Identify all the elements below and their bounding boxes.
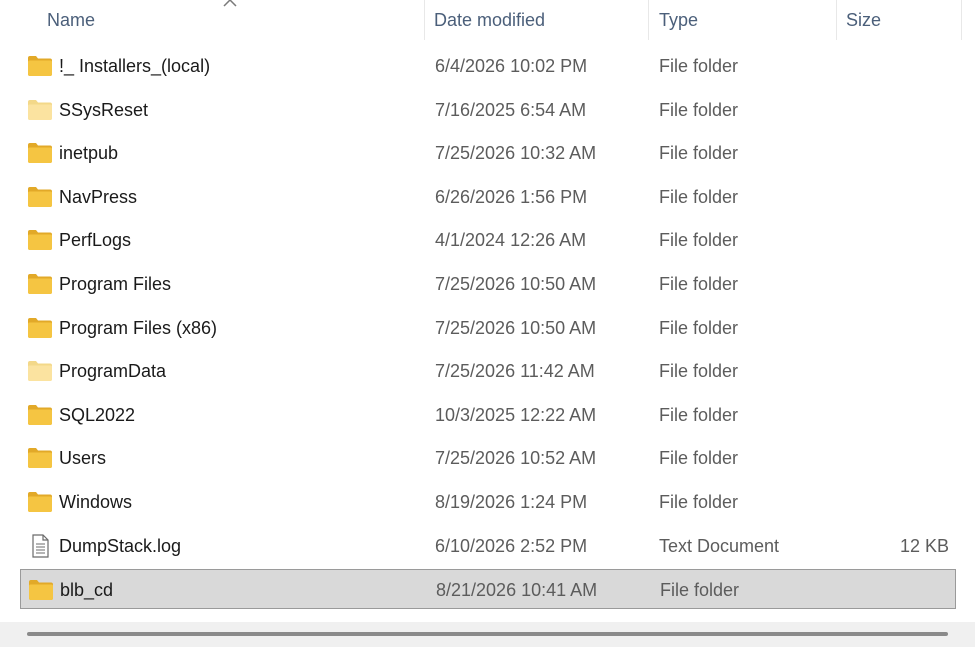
file-type: Text Document — [659, 535, 780, 556]
file-name: ProgramData — [59, 361, 167, 382]
column-divider[interactable] — [424, 0, 425, 40]
column-header-name[interactable]: Name — [47, 0, 95, 40]
file-name: blb_cd — [60, 580, 114, 601]
file-type: File folder — [659, 404, 739, 425]
file-name: Windows — [59, 492, 133, 512]
folder-light-icon — [27, 99, 53, 121]
date-modified: 7/25/2026 10:52 AM — [435, 448, 597, 469]
file-type: File folder — [659, 492, 739, 512]
folder-icon — [27, 186, 53, 208]
file-name: SSysReset — [59, 99, 149, 120]
file-type: File folder — [659, 186, 739, 207]
file-type: File folder — [659, 317, 739, 338]
file-row[interactable]: SSysReset 7/16/2025 6:54 AM File folder — [20, 90, 956, 130]
file-name: SQL2022 — [59, 404, 136, 425]
file-row[interactable]: NavPress 6/26/2026 1:56 PM File folder — [20, 177, 956, 217]
file-type: File folder — [659, 143, 739, 164]
file-name: Program Files — [59, 274, 172, 294]
file-type: File folder — [659, 361, 739, 382]
file-name: !_ Installers_(local) — [59, 56, 211, 76]
date-modified: 10/3/2025 12:22 AM — [435, 404, 597, 425]
file-type: File folder — [659, 99, 739, 120]
date-modified: 6/10/2026 2:52 PM — [435, 535, 588, 556]
file-name: inetpub — [59, 143, 119, 164]
horizontal-scrollbar-thumb[interactable] — [27, 632, 948, 636]
date-modified: 6/4/2026 10:02 PM — [435, 56, 588, 76]
date-modified: 4/1/2024 12:26 AM — [435, 230, 587, 251]
file-name: Program Files (x86) — [59, 317, 218, 338]
folder-icon — [27, 229, 53, 251]
column-divider[interactable] — [961, 0, 962, 40]
folder-icon — [27, 491, 53, 513]
file-type: File folder — [660, 580, 740, 601]
date-modified: 8/21/2026 10:41 AM — [436, 580, 598, 601]
date-modified: 7/16/2025 6:54 AM — [435, 99, 587, 120]
date-modified: 7/25/2026 10:50 AM — [435, 274, 597, 294]
file-row[interactable]: ProgramData 7/25/2026 11:42 AM File folder — [20, 351, 956, 391]
file-type: File folder — [659, 230, 739, 251]
column-header-date-modified[interactable]: Date modified — [434, 0, 545, 40]
file-type: File folder — [659, 56, 739, 76]
file-row[interactable]: Users 7/25/2026 10:52 AM File folder — [20, 438, 956, 478]
file-row[interactable]: Windows 8/19/2026 1:24 PM File folder — [20, 482, 956, 522]
file-name: DumpStack.log — [59, 535, 182, 556]
file-type: File folder — [659, 274, 739, 294]
file-row[interactable]: inetpub 7/25/2026 10:32 AM File folder — [20, 133, 956, 173]
folder-icon — [27, 273, 53, 295]
column-header-bar: Name Date modified Type Size — [0, 0, 975, 40]
date-modified: 6/26/2026 1:56 PM — [435, 186, 588, 207]
file-size: 12 KB — [899, 535, 949, 556]
folder-light-icon — [27, 360, 53, 382]
file-row[interactable]: blb_cd 8/21/2026 10:41 AM File folder — [20, 569, 956, 610]
file-row[interactable]: DumpStack.log 6/10/2026 2:52 PM Text Docum… — [20, 526, 956, 566]
file-name: Users — [59, 448, 107, 469]
folder-icon — [27, 317, 53, 339]
file-row[interactable]: !_ Installers_(local) 6/4/2026 10:02 PM Fi… — [20, 46, 956, 86]
date-modified: 7/25/2026 11:42 AM — [435, 361, 595, 382]
folder-icon — [27, 447, 53, 469]
file-row[interactable]: SQL2022 10/3/2025 12:22 AM File folder — [20, 395, 956, 435]
file-row[interactable]: PerfLogs 4/1/2024 12:26 AM File folder — [20, 220, 956, 260]
date-modified: 7/25/2026 10:32 AM — [435, 143, 597, 164]
folder-icon — [27, 142, 53, 164]
text-document-icon — [27, 533, 53, 558]
file-row[interactable]: Program Files 7/25/2026 10:50 AM File fold… — [20, 264, 956, 304]
column-header-type[interactable]: Type — [659, 0, 698, 40]
folder-icon — [27, 404, 53, 426]
file-type: File folder — [659, 448, 739, 469]
date-modified: 8/19/2026 1:24 PM — [435, 492, 588, 512]
folder-icon — [27, 55, 53, 77]
file-row[interactable]: Program Files (x86) 7/25/2026 10:50 AM Fil… — [20, 308, 956, 348]
column-header-size[interactable]: Size — [846, 0, 881, 40]
file-name: PerfLogs — [59, 230, 132, 251]
folder-icon — [28, 579, 54, 601]
column-divider[interactable] — [648, 0, 649, 40]
sort-ascending-caret-icon — [223, 0, 237, 7]
file-name: NavPress — [59, 186, 138, 207]
column-divider[interactable] — [836, 0, 837, 40]
date-modified: 7/25/2026 10:50 AM — [435, 317, 597, 338]
